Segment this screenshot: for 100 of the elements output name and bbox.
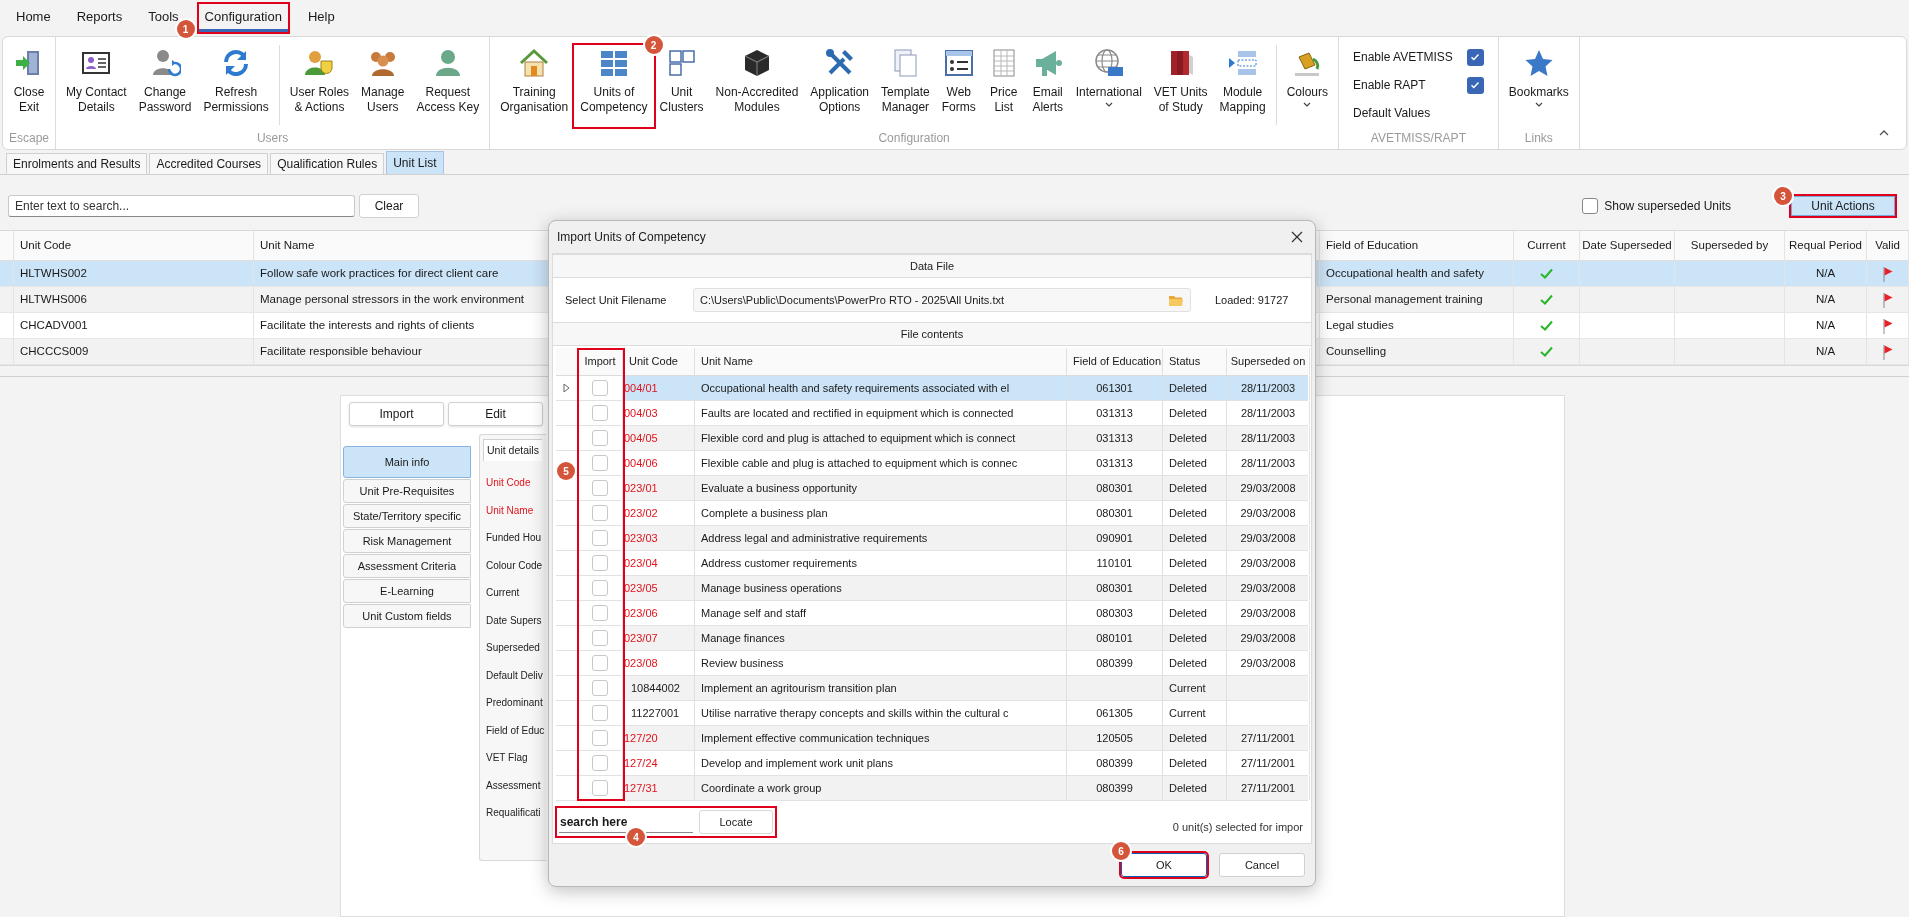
table-cell-text: 127/20	[624, 730, 658, 746]
group-label: Links	[1523, 130, 1554, 147]
section-header: Data File	[910, 258, 954, 274]
option-label: Enable RAPT	[1353, 77, 1426, 94]
table-cell-text: Manage business operations	[701, 580, 842, 596]
field-label: VET Flag	[486, 751, 528, 766]
table-cell-text: N/A	[1815, 265, 1836, 281]
table-cell-text: Deleted	[1169, 555, 1207, 571]
section-header: File contents	[900, 326, 964, 342]
table-cell-text: 127/24	[624, 755, 658, 771]
table-cell-text: N/A	[1815, 343, 1836, 359]
table-cell-text: Deleted	[1169, 480, 1207, 496]
table-cell-text: 080399	[1096, 755, 1133, 771]
field-label: Select Unit Filename	[565, 292, 668, 308]
table-cell-text: 080101	[1096, 630, 1133, 646]
table-cell-text: 29/03/2008	[1240, 505, 1296, 521]
table-cell-text: 023/02	[624, 505, 658, 521]
table-cell-text: 031313	[1096, 430, 1133, 446]
table-cell-text: 29/03/2008	[1240, 655, 1296, 671]
table-cell-text: 023/01	[624, 480, 658, 496]
table-cell-text: 080301	[1096, 480, 1133, 496]
field-label: Unit Name	[486, 503, 534, 518]
table-cell-text: N/A	[1815, 291, 1836, 307]
field-label: Field of Educ	[486, 723, 545, 738]
checkbox-label: Show superseded Units	[1604, 198, 1731, 215]
table-cell-text: 031313	[1096, 405, 1133, 421]
table-cell-text: 080303	[1096, 605, 1133, 621]
field-label: Date Supers	[486, 613, 542, 628]
table-cell-text: Flexible cable and plug is attached to equipment which is connec	[701, 455, 1018, 471]
step-badge: 3	[1774, 187, 1792, 205]
table-cell-text: 27/11/2001	[1240, 730, 1296, 746]
table-cell-text: 023/03	[624, 530, 658, 546]
table-cell-text: Deleted	[1169, 455, 1207, 471]
table-cell-text: 28/11/2003	[1240, 380, 1296, 396]
table-cell-text: Counselling	[1326, 343, 1387, 359]
table-cell-text: 120505	[1096, 730, 1133, 746]
field-label: Funded Hou	[486, 531, 542, 546]
table-cell-text: Follow safe work practices for direct client care	[260, 265, 499, 281]
group-label: Users	[255, 130, 290, 147]
table-cell-text: 023/07	[624, 630, 658, 646]
table-cell-text: HLTWHS006	[20, 291, 87, 307]
table-cell-text: Deleted	[1169, 405, 1207, 421]
table-cell-text: Complete a business plan	[701, 505, 828, 521]
table-cell-text: 080301	[1096, 580, 1133, 596]
step-badge: 6	[1112, 842, 1130, 860]
table-cell-text: Utilise narrative therapy concepts and skills within the cultural c	[701, 705, 1009, 721]
table-cell-text: 080399	[1096, 655, 1133, 671]
table-cell-text: 29/03/2008	[1240, 630, 1296, 646]
table-cell-text: 29/03/2008	[1240, 580, 1296, 596]
table-cell-text: Faults are located and rectified in equipment which is connected	[701, 405, 1014, 421]
group-label: AVETMISS/RAPT	[1369, 130, 1467, 147]
table-cell-text: 080301	[1096, 505, 1133, 521]
field-label: Unit Code	[486, 476, 531, 491]
table-cell-text: 004/01	[624, 380, 658, 396]
dialog-title: Import Units of Competency	[557, 229, 707, 246]
table-cell-text: HLTWHS002	[20, 265, 87, 281]
table-cell-text: Deleted	[1169, 605, 1207, 621]
table-cell-text: Legal studies	[1326, 317, 1394, 333]
table-cell-text: Current	[1169, 680, 1206, 696]
table-cell-text: Deleted	[1169, 780, 1207, 796]
table-cell-text: Personal management training	[1326, 291, 1483, 307]
field-label: Colour Code	[486, 558, 543, 573]
table-cell-text: 031313	[1096, 455, 1133, 471]
field-label: Requalificati	[486, 806, 541, 821]
table-cell-text: Deleted	[1169, 655, 1207, 671]
table-cell-text: 29/03/2008	[1240, 555, 1296, 571]
table-cell-text: 004/03	[624, 405, 658, 421]
table-cell-text: 27/11/2001	[1240, 755, 1296, 771]
table-cell-text: 080399	[1096, 780, 1133, 796]
table-cell-text: Facilitate the interests and rights of clients	[260, 317, 475, 333]
step-badge: 4	[627, 828, 645, 846]
table-cell-text: Implement an agritourism transition plan	[701, 680, 897, 696]
table-cell-text: Deleted	[1169, 505, 1207, 521]
table-cell-text: Occupational health and safety requirements associated with el	[701, 380, 1010, 396]
table-cell-text: Review business	[701, 655, 784, 671]
table-cell-text: Manage self and staff	[701, 605, 806, 621]
field-label: Default Deliv	[486, 668, 543, 683]
table-cell-text: Coordinate a work group	[701, 780, 822, 796]
table-cell-text: 061305	[1096, 705, 1133, 721]
table-cell-text: 023/05	[624, 580, 658, 596]
table-cell-text: 023/08	[624, 655, 658, 671]
table-cell-text: N/A	[1815, 317, 1836, 333]
table-cell-text: Deleted	[1169, 755, 1207, 771]
table-cell-text: Occupational health and safety	[1326, 265, 1484, 281]
table-cell-text: Facilitate responsible behaviour	[260, 343, 422, 359]
table-cell-text: 10844002	[631, 680, 680, 696]
table-cell-text: Deleted	[1169, 730, 1207, 746]
table-cell-text: Address legal and administrative requirements	[701, 530, 928, 546]
table-cell-text: 27/11/2001	[1240, 780, 1296, 796]
table-cell-text: Deleted	[1169, 430, 1207, 446]
table-cell-text: 090901	[1096, 530, 1133, 546]
step-badge: 1	[176, 20, 195, 38]
step-badge: 5	[557, 462, 575, 480]
step-badge: 2	[644, 36, 663, 54]
table-cell-text: 29/03/2008	[1240, 605, 1296, 621]
table-cell-text: 004/05	[624, 430, 658, 446]
selection-count: 0 unit(s) selected for impor	[1172, 819, 1303, 835]
table-cell-text: Manage finances	[701, 630, 785, 646]
table-cell-text: 28/11/2003	[1240, 405, 1296, 421]
table-cell-text: 061301	[1096, 380, 1133, 396]
